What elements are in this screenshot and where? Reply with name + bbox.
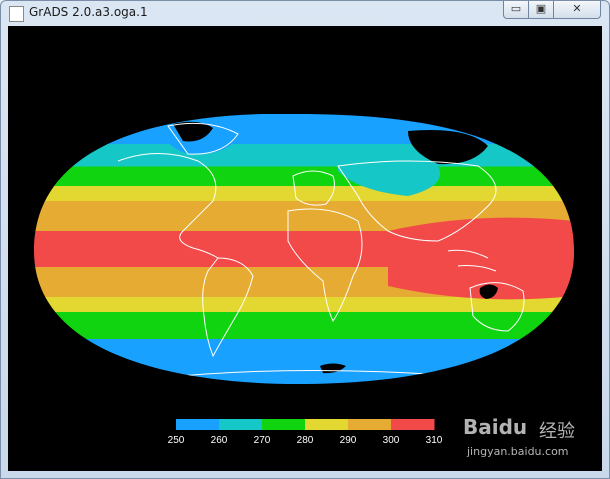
plot-svg: 250 260 270 280 290 300 310 [34,114,574,446]
lat-band-7 [34,297,574,313]
colorbar-swatch-270 [262,419,306,430]
colorbar-swatch-250 [176,419,220,430]
close-button[interactable]: ✕ [553,1,601,19]
baidu-brand-cn: 经验 [539,421,575,442]
baidu-url: jingyan.baidu.com [467,445,569,458]
baidu-logo-text: Baidu [463,415,528,439]
baidu-watermark: Baidu 经验 jingyan.baidu.com [459,409,609,469]
colorbar-swatch-290 [348,419,392,430]
colorbar-swatch-260 [219,419,263,430]
colorbar-tick-300: 300 [383,435,400,446]
colorbar-tick-270: 270 [254,435,271,446]
colorbar-tick-280: 280 [297,435,314,446]
colorbar-swatch-300 [391,419,435,430]
lat-band-3 [34,186,574,202]
colorbar-tick-260: 260 [211,435,228,446]
window-title: GrADS 2.0.a3.oga.1 [29,5,148,19]
app-icon [9,6,24,22]
colorbar-ticks: 250 260 270 280 290 300 310 [168,435,443,446]
colorbar [176,419,435,430]
minimize-button[interactable]: ▭ [503,1,529,19]
lat-band-9 [34,339,574,384]
colorbar-tick-250: 250 [168,435,185,446]
colorbar-swatch-280 [305,419,349,430]
maximize-button[interactable]: ▣ [528,1,554,19]
lat-band-1 [34,144,574,167]
lat-band-0 [34,114,574,145]
plot-canvas[interactable]: 250 260 270 280 290 300 310 [8,26,602,471]
lat-band-2 [34,166,574,187]
colorbar-tick-290: 290 [340,435,357,446]
colorbar-tick-310: 310 [426,435,443,446]
grads-window: GrADS 2.0.a3.oga.1 ▭ ▣ ✕ 250 260 270 280… [0,0,610,479]
title-bar[interactable]: GrADS 2.0.a3.oga.1 ▭ ▣ ✕ [1,1,609,25]
lat-band-8 [34,312,574,340]
warm-pool-patch [388,217,574,300]
